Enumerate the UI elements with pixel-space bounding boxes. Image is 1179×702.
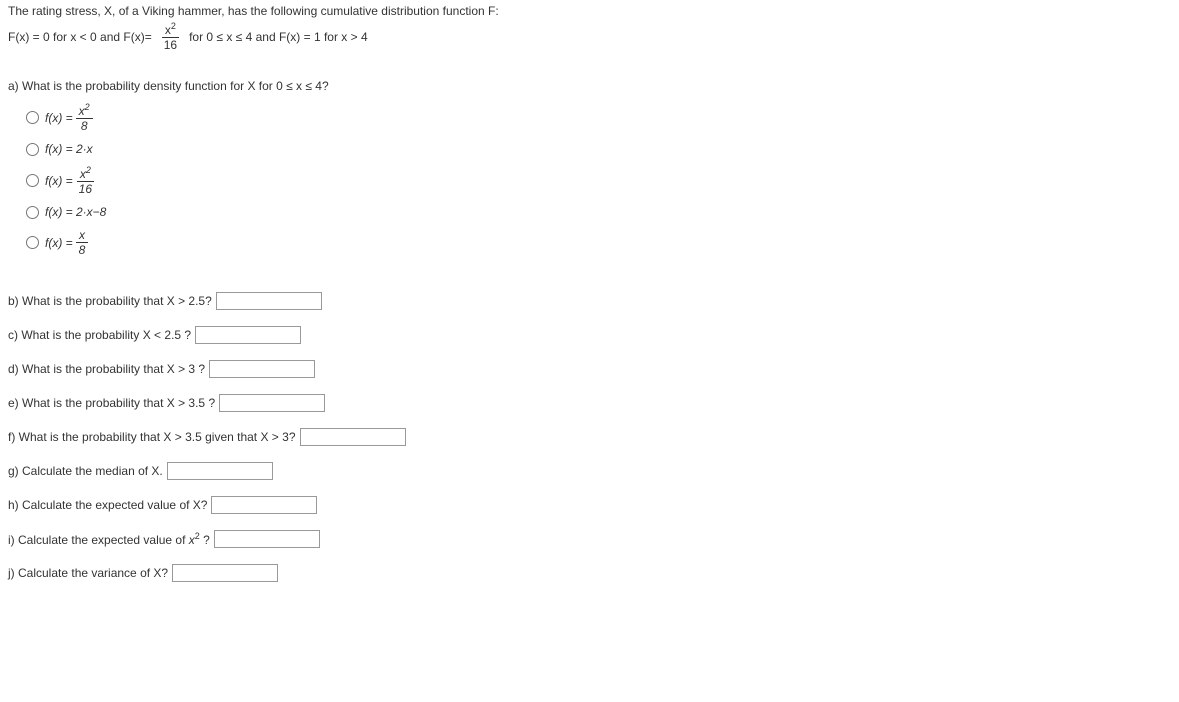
radio-option-3[interactable] xyxy=(26,174,39,187)
option-3[interactable]: f(x) = x2 16 xyxy=(26,166,1171,195)
option-3-prefix: f(x) = xyxy=(45,174,73,188)
option-2-label: f(x) = 2·x xyxy=(45,142,93,156)
frac-sup: 2 xyxy=(171,21,176,31)
question-c-text: c) What is the probability X < 2.5 ? xyxy=(8,328,191,342)
question-j-text: j) Calculate the variance of X? xyxy=(8,566,168,580)
option-2[interactable]: f(x) = 2·x xyxy=(26,142,1171,156)
radio-option-5[interactable] xyxy=(26,236,39,249)
question-d-text: d) What is the probability that X > 3 ? xyxy=(8,362,205,376)
question-g-text: g) Calculate the median of X. xyxy=(8,464,163,478)
question-h-text: h) Calculate the expected value of X? xyxy=(8,498,207,512)
question-b-text: b) What is the probability that X > 2.5? xyxy=(8,294,212,308)
option-5-label: f(x) = x 8 xyxy=(45,229,91,256)
question-e-text: e) What is the probability that X > 3.5 … xyxy=(8,396,215,410)
formula-part2: for 0 ≤ x ≤ 4 and F(x) = 1 for x > 4 xyxy=(189,30,368,44)
radio-option-1[interactable] xyxy=(26,111,39,124)
option-4[interactable]: f(x) = 2·x−8 xyxy=(26,205,1171,219)
option-3-label: f(x) = x2 16 xyxy=(45,166,98,195)
input-i[interactable] xyxy=(214,530,320,548)
frac-den: 16 xyxy=(161,38,180,51)
opt1-den: 8 xyxy=(78,119,91,132)
option-1[interactable]: f(x) = x2 8 xyxy=(26,103,1171,132)
question-i-text: i) Calculate the expected value of x2 ? xyxy=(8,531,210,547)
option-5-prefix: f(x) = xyxy=(45,236,73,250)
question-c: c) What is the probability X < 2.5 ? xyxy=(8,326,1171,344)
question-h: h) Calculate the expected value of X? xyxy=(8,496,1171,514)
input-e[interactable] xyxy=(219,394,325,412)
intro-text-line1: The rating stress, X, of a Viking hammer… xyxy=(8,4,1171,18)
input-g[interactable] xyxy=(167,462,273,480)
question-a-prompt: a) What is the probability density funct… xyxy=(8,79,1171,93)
question-e: e) What is the probability that X > 3.5 … xyxy=(8,394,1171,412)
opt3-sup: 2 xyxy=(86,165,91,175)
option-5[interactable]: f(x) = x 8 xyxy=(26,229,1171,256)
radio-option-2[interactable] xyxy=(26,143,39,156)
input-h[interactable] xyxy=(211,496,317,514)
question-i: i) Calculate the expected value of x2 ? xyxy=(8,530,1171,548)
input-b[interactable] xyxy=(216,292,322,310)
opt3-den: 16 xyxy=(76,182,95,195)
question-j: j) Calculate the variance of X? xyxy=(8,564,1171,582)
qi-post: ? xyxy=(200,533,210,547)
options-group: f(x) = x2 8 f(x) = 2·x f(x) = x2 16 f(x)… xyxy=(26,103,1171,256)
question-d: d) What is the probability that X > 3 ? xyxy=(8,360,1171,378)
question-b: b) What is the probability that X > 2.5? xyxy=(8,292,1171,310)
input-c[interactable] xyxy=(195,326,301,344)
formula-part1: F(x) = 0 for x < 0 and F(x)= xyxy=(8,30,152,44)
input-j[interactable] xyxy=(172,564,278,582)
question-f: f) What is the probability that X > 3.5 … xyxy=(8,428,1171,446)
question-f-text: f) What is the probability that X > 3.5 … xyxy=(8,430,296,444)
radio-option-4[interactable] xyxy=(26,206,39,219)
opt5-den: 8 xyxy=(76,243,89,256)
intro-formula: F(x) = 0 for x < 0 and F(x)= x2 16 for 0… xyxy=(8,22,1171,51)
input-f[interactable] xyxy=(300,428,406,446)
formula-fraction: x2 16 xyxy=(161,22,180,51)
opt1-sup: 2 xyxy=(85,102,90,112)
option-1-prefix: f(x) = xyxy=(45,111,73,125)
question-g: g) Calculate the median of X. xyxy=(8,462,1171,480)
option-4-label: f(x) = 2·x−8 xyxy=(45,205,106,219)
opt5-num: x xyxy=(79,228,85,242)
qi-pre: i) Calculate the expected value of xyxy=(8,533,189,547)
input-d[interactable] xyxy=(209,360,315,378)
option-1-label: f(x) = x2 8 xyxy=(45,103,96,132)
